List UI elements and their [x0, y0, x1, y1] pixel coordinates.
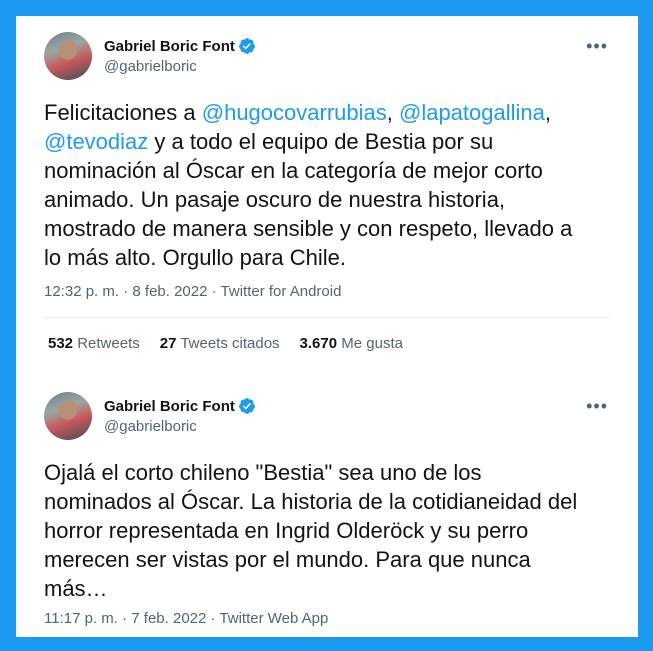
mention-link[interactable]: @hugocovarrubias — [202, 100, 387, 125]
separator: · — [117, 610, 132, 627]
tweet-date[interactable]: 7 feb. 2022 — [131, 610, 206, 627]
tweet-text: Ojalá el corto chileno "Bestia" sea uno … — [44, 460, 578, 601]
verified-badge-icon — [238, 398, 255, 414]
avatar[interactable] — [44, 32, 92, 80]
author-row: Gabriel Boric Font — [104, 37, 256, 55]
tweet-text: Felicitaciones a @hugocovarrubias, @lapa… — [44, 98, 612, 272]
likes-label: Me gusta — [341, 335, 403, 352]
tweet-2: Gabriel Boric Font @gabrielboric ••• Oja… — [16, 376, 638, 637]
tweet-meta: 12:32 p. m. · 8 feb. 2022 · Twitter for … — [44, 283, 341, 300]
author-handle[interactable]: @gabrielboric — [104, 58, 197, 75]
separator: · — [206, 610, 220, 627]
tweet-time[interactable]: 11:17 p. m. — [44, 610, 118, 627]
tweet-frame: Gabriel Boric Font @gabrielboric ••• Fel… — [16, 16, 638, 637]
verified-badge-icon — [238, 38, 255, 54]
author-name[interactable]: Gabriel Boric Font — [104, 398, 235, 415]
avatar[interactable] — [44, 392, 92, 440]
quotes-count: 27 — [159, 335, 177, 352]
separator: · — [207, 283, 221, 300]
mention-link[interactable]: @tevodiaz — [44, 129, 148, 154]
mention-link[interactable]: @lapatogallina — [399, 100, 545, 125]
text-segment: Felicitaciones a — [44, 100, 202, 125]
tweet-stats: 532 Retweets 27 Tweets citados 3.670 Me … — [48, 335, 423, 352]
tweet-meta: 11:17 p. m. · 7 feb. 2022 · Twitter Web … — [44, 610, 328, 627]
text-segment: , — [544, 100, 551, 125]
text-segment: , — [386, 100, 399, 125]
quotes-stat[interactable]: 27 Tweets citados — [160, 335, 280, 352]
retweets-label: Retweets — [77, 335, 140, 352]
author-row: Gabriel Boric Font — [104, 397, 256, 415]
author-handle[interactable]: @gabrielboric — [104, 418, 197, 435]
separator: · — [119, 283, 133, 300]
tweet-1: Gabriel Boric Font @gabrielboric ••• Fel… — [16, 16, 638, 376]
author-name[interactable]: Gabriel Boric Font — [104, 38, 235, 55]
tweet-date[interactable]: 8 feb. 2022 — [132, 283, 207, 300]
tweet-time[interactable]: 12:32 p. m. — [44, 283, 119, 300]
likes-count: 3.670 — [299, 335, 338, 352]
tweet-source[interactable]: Twitter Web App — [219, 610, 328, 627]
retweets-stat[interactable]: 532 Retweets — [48, 335, 140, 352]
quotes-label: Tweets citados — [180, 335, 280, 352]
likes-stat[interactable]: 3.670 Me gusta — [300, 335, 403, 352]
divider — [44, 317, 610, 318]
retweets-count: 532 — [48, 335, 74, 352]
more-horizontal-icon[interactable]: ••• — [586, 396, 608, 417]
more-horizontal-icon[interactable]: ••• — [586, 36, 608, 57]
tweet-source[interactable]: Twitter for Android — [221, 283, 342, 300]
